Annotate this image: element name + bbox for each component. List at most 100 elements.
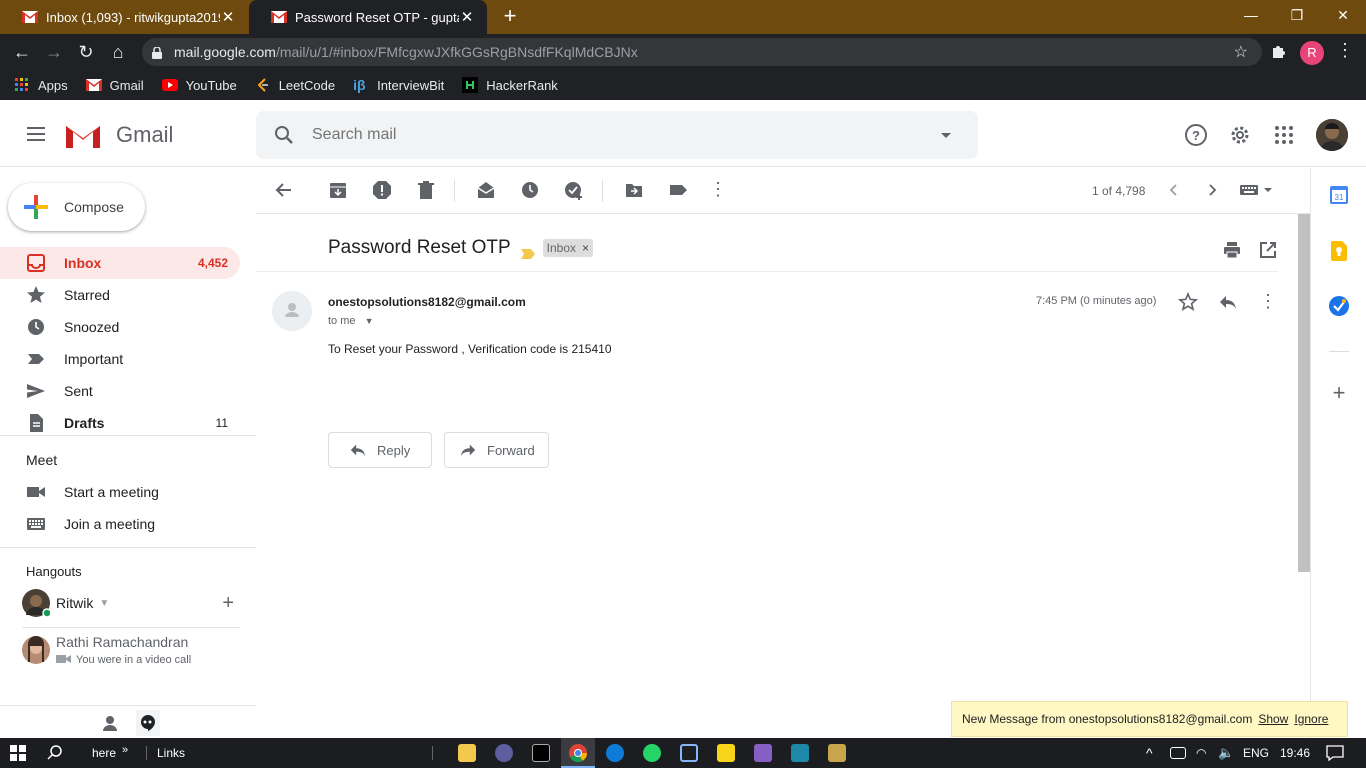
back-arrow-icon[interactable]: ← <box>8 38 36 66</box>
tasks-check-icon[interactable] <box>1329 296 1349 316</box>
hangouts-self[interactable]: Ritwik ▼ + <box>22 589 240 618</box>
visual-studio-icon[interactable] <box>754 744 772 762</box>
search-icon[interactable] <box>272 123 296 147</box>
message-more-options-icon[interactable]: ⋮ <box>1258 291 1278 311</box>
move-to-icon[interactable] <box>624 180 644 200</box>
importance-marker-icon[interactable] <box>520 243 535 259</box>
minimize-icon[interactable]: — <box>1228 0 1274 30</box>
volume-speaker-icon[interactable]: 🔈 <box>1218 743 1234 763</box>
sidebar-item-important[interactable]: Important <box>0 343 240 375</box>
bookmark-interviewbit[interactable]: iβ InterviewBit <box>353 77 444 93</box>
google-apps-grid-icon[interactable] <box>1272 123 1296 147</box>
edge-browser-icon[interactable] <box>606 744 624 762</box>
report-spam-icon[interactable] <box>372 180 392 200</box>
forward-button[interactable]: Forward <box>444 432 549 468</box>
windows-start-icon[interactable] <box>10 745 26 761</box>
account-avatar[interactable] <box>1316 119 1348 151</box>
search-options-dropdown-icon[interactable] <box>934 123 958 147</box>
archive-icon[interactable] <box>328 180 348 200</box>
remove-label-icon[interactable]: × <box>582 241 589 255</box>
command-prompt-icon[interactable] <box>532 744 550 762</box>
help-icon[interactable]: ? <box>1184 123 1208 147</box>
bookmark-apps[interactable]: Apps <box>14 77 68 93</box>
home-icon[interactable]: ⌂ <box>104 38 132 66</box>
whatsapp-icon[interactable] <box>643 744 661 762</box>
join-meeting-item[interactable]: Join a meeting <box>0 508 240 540</box>
tab-password-reset[interactable]: Password Reset OTP - guptaritwi ✕ <box>249 0 487 34</box>
contacts-person-icon[interactable] <box>101 714 119 732</box>
reply-button[interactable]: Reply <box>328 432 432 468</box>
star-message-icon[interactable] <box>1178 291 1198 312</box>
sidebar-item-snoozed[interactable]: Snoozed <box>0 311 240 343</box>
print-icon[interactable] <box>1222 240 1242 260</box>
compose-button[interactable]: Compose <box>8 183 145 231</box>
more-options-icon[interactable]: ⋮ <box>708 180 728 200</box>
chrome-profile-avatar[interactable]: R <box>1300 41 1324 65</box>
hangouts-chat-icon[interactable] <box>136 710 160 736</box>
sidebar-item-starred[interactable]: Starred <box>0 279 240 311</box>
label-tag-icon[interactable] <box>668 180 688 200</box>
gmail-logo[interactable]: Gmail <box>64 120 173 150</box>
show-details-dropdown-icon[interactable]: ▼ <box>365 316 374 326</box>
back-to-inbox-icon[interactable] <box>274 180 294 200</box>
calculator-icon[interactable] <box>828 744 846 762</box>
action-center-notification-icon[interactable] <box>1326 745 1344 762</box>
keep-bulb-icon[interactable] <box>1331 241 1347 261</box>
bookmark-gmail[interactable]: Gmail <box>85 77 144 93</box>
restore-icon[interactable]: ❐ <box>1274 0 1320 30</box>
delete-trash-icon[interactable] <box>416 180 436 200</box>
taskbar-clock[interactable]: 19:46 <box>1280 743 1310 763</box>
taskbar-search-icon[interactable] <box>46 744 64 762</box>
bookmark-youtube[interactable]: YouTube <box>161 77 237 93</box>
hangouts-contact[interactable]: Rathi Ramachandran You were in a video c… <box>22 634 240 668</box>
status-dropdown-icon[interactable]: ▼ <box>99 598 109 609</box>
snooze-clock-icon[interactable] <box>520 180 540 200</box>
older-chevron-right-icon[interactable] <box>1202 180 1222 200</box>
sidebar-item-inbox[interactable]: Inbox 4,452 <box>0 247 240 279</box>
app-stack-icon[interactable] <box>495 744 513 762</box>
bookmark-star-icon[interactable]: ☆ <box>1234 42 1248 62</box>
virtualbox-cube-icon[interactable] <box>680 744 698 762</box>
forward-arrow-icon[interactable]: → <box>40 38 68 66</box>
sticky-notes-icon[interactable] <box>717 744 735 762</box>
add-contact-plus-icon[interactable]: + <box>222 592 234 615</box>
extensions-puzzle-icon[interactable] <box>1270 42 1288 60</box>
message-scrollbar[interactable] <box>1298 214 1310 572</box>
open-in-new-window-icon[interactable] <box>1258 240 1278 260</box>
bookmark-leetcode[interactable]: LeetCode <box>255 77 335 93</box>
add-to-tasks-icon[interactable] <box>564 180 584 200</box>
mark-unread-icon[interactable] <box>476 180 496 200</box>
toolbar-overflow-chevron[interactable]: » <box>122 740 128 760</box>
newer-chevron-left-icon[interactable] <box>1164 180 1184 200</box>
get-addons-plus-icon[interactable]: + <box>1330 382 1348 404</box>
bookmark-hackerrank[interactable]: HackerRank <box>462 77 558 93</box>
main-menu-icon[interactable] <box>24 123 48 147</box>
search-input[interactable] <box>312 126 934 144</box>
file-explorer-icon[interactable] <box>458 744 476 762</box>
notification-show-link[interactable]: Show <box>1258 712 1288 726</box>
taskbar-search-text[interactable]: here <box>92 743 116 763</box>
sidebar-item-sent[interactable]: Sent <box>0 375 240 407</box>
recipient-line[interactable]: to me ▼ <box>328 315 374 327</box>
taskbar-links-toolbar[interactable]: Links <box>157 743 185 763</box>
chrome-taskbar-button[interactable] <box>561 738 595 768</box>
battery-icon[interactable] <box>1170 747 1186 759</box>
address-bar[interactable]: mail.google.com/mail/u/1/#inbox/FMfcgxwJ… <box>142 38 1262 66</box>
language-indicator[interactable]: ENG <box>1243 743 1269 763</box>
close-icon[interactable]: ✕ <box>220 8 236 26</box>
window-close-icon[interactable]: ✕ <box>1320 0 1366 30</box>
sender-email[interactable]: onestopsolutions8182@gmail.com <box>328 295 526 309</box>
chrome-menu-icon[interactable]: ⋮ <box>1336 40 1354 61</box>
settings-gear-icon[interactable] <box>1228 123 1252 147</box>
wifi-icon[interactable]: ◠ <box>1196 743 1206 763</box>
remote-desktop-icon[interactable] <box>791 744 809 762</box>
input-tools-keyboard-icon[interactable] <box>1240 180 1276 200</box>
close-icon[interactable]: ✕ <box>459 8 475 26</box>
search-bar[interactable] <box>256 111 978 159</box>
start-meeting-item[interactable]: Start a meeting <box>0 476 240 508</box>
tab-inbox[interactable]: Inbox (1,093) - ritwikgupta20198 ✕ <box>0 0 248 34</box>
reply-arrow-icon[interactable] <box>1218 292 1238 312</box>
reload-icon[interactable]: ↻ <box>72 38 100 66</box>
tray-overflow-chevron-icon[interactable]: ^ <box>1146 743 1153 763</box>
new-tab-button[interactable]: + <box>498 4 522 28</box>
